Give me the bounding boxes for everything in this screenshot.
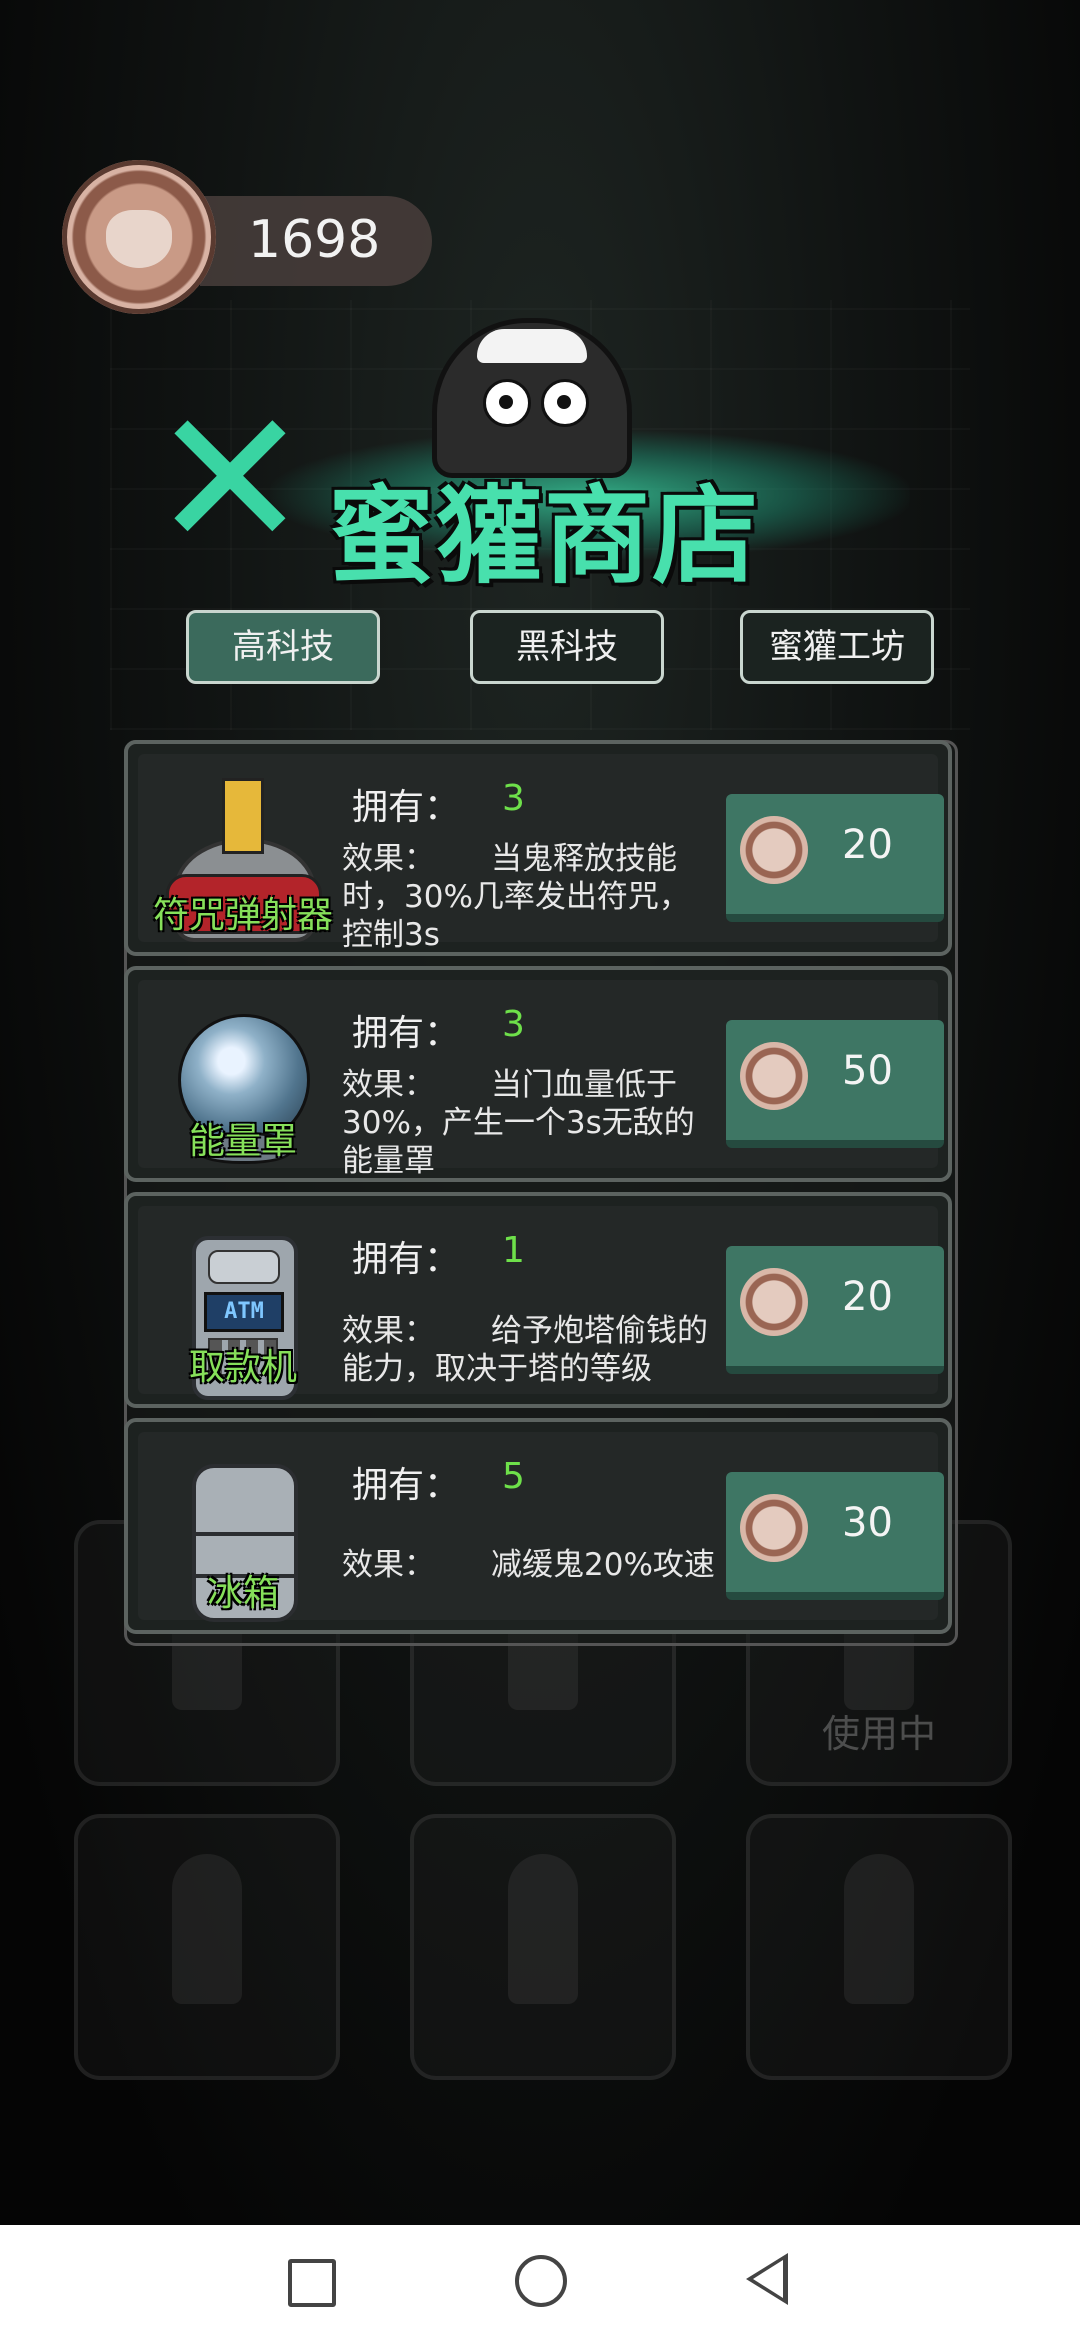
close-x-icon[interactable]: ✕ [150, 385, 310, 575]
item-name: 取款机 [188, 1347, 297, 1388]
badger-coin-icon [740, 1268, 808, 1336]
owned-label: 拥有： [352, 1465, 461, 1506]
shop-title: 蜜獾商店 [328, 475, 760, 598]
effect-description: 效果： 给予炮塔偷钱的能力，取决于塔的等级 [342, 1313, 708, 1387]
owned-label: 拥有： [352, 787, 461, 828]
coin-counter: 1698 [200, 196, 432, 286]
bg-character-tile [410, 1814, 676, 2080]
price: 50 [842, 1048, 893, 1094]
item-name: 冰箱 [206, 1573, 279, 1614]
effect-description: 效果： 当门血量低于30%，产生一个3s无敌的能量罩 [342, 1067, 695, 1179]
item-name: 符咒弹射器 [152, 895, 333, 936]
buy-button[interactable]: 20 [726, 794, 944, 922]
price: 20 [842, 822, 893, 868]
buy-button[interactable]: 20 [726, 1246, 944, 1374]
triangle-back-icon[interactable] [746, 2253, 788, 2305]
bg-character-tile [746, 1814, 1012, 2080]
effect-description: 效果： 减缓鬼20%攻速 [342, 1547, 715, 1583]
tab-black-tech[interactable]: 黑科技 [470, 610, 664, 684]
system-nav-bar [0, 2225, 1080, 2340]
list-item: ATM 取款机 拥有： 1 效果： 给予炮塔偷钱的能力，取决于塔的等级 20 [124, 1192, 952, 1408]
bg-character-tile [74, 1814, 340, 2080]
badger-coin-icon [62, 160, 216, 314]
owned-count: 5 [502, 1456, 525, 1497]
list-item: 能量罩 拥有： 3 效果： 当门血量低于30%，产生一个3s无敌的能量罩 50 [124, 966, 952, 1182]
badger-coin-icon [740, 1042, 808, 1110]
tab-badger-workshop[interactable]: 蜜獾工坊 [740, 610, 934, 684]
list-item: 冰箱 拥有： 5 效果： 减缓鬼20%攻速 30 [124, 1418, 952, 1634]
badger-coin-icon [740, 1494, 808, 1562]
owned-label: 拥有： [352, 1239, 461, 1280]
circle-icon[interactable] [515, 2255, 567, 2307]
owned-count: 3 [502, 778, 525, 819]
item-name: 能量罩 [188, 1121, 297, 1162]
owned-count: 3 [502, 1004, 525, 1045]
square-icon[interactable] [288, 2259, 336, 2307]
coin-amount: 1698 [248, 210, 381, 270]
owned-label: 拥有： [352, 1013, 461, 1054]
list-item: 符咒弹射器 拥有： 3 效果： 当鬼释放技能时，30%几率发出符咒，控制3s 20 [124, 740, 952, 956]
buy-button[interactable]: 50 [726, 1020, 944, 1148]
in-use-label: 使用中 [821, 1712, 936, 1756]
buy-button[interactable]: 30 [726, 1472, 944, 1600]
tab-high-tech[interactable]: 高科技 [186, 610, 380, 684]
atm-screen-text: ATM [204, 1292, 284, 1332]
price: 30 [842, 1500, 893, 1546]
effect-description: 效果： 当鬼释放技能时，30%几率发出符咒，控制3s [342, 841, 690, 953]
price: 20 [842, 1274, 893, 1320]
badger-coin-icon [740, 816, 808, 884]
owned-count: 1 [502, 1230, 525, 1271]
